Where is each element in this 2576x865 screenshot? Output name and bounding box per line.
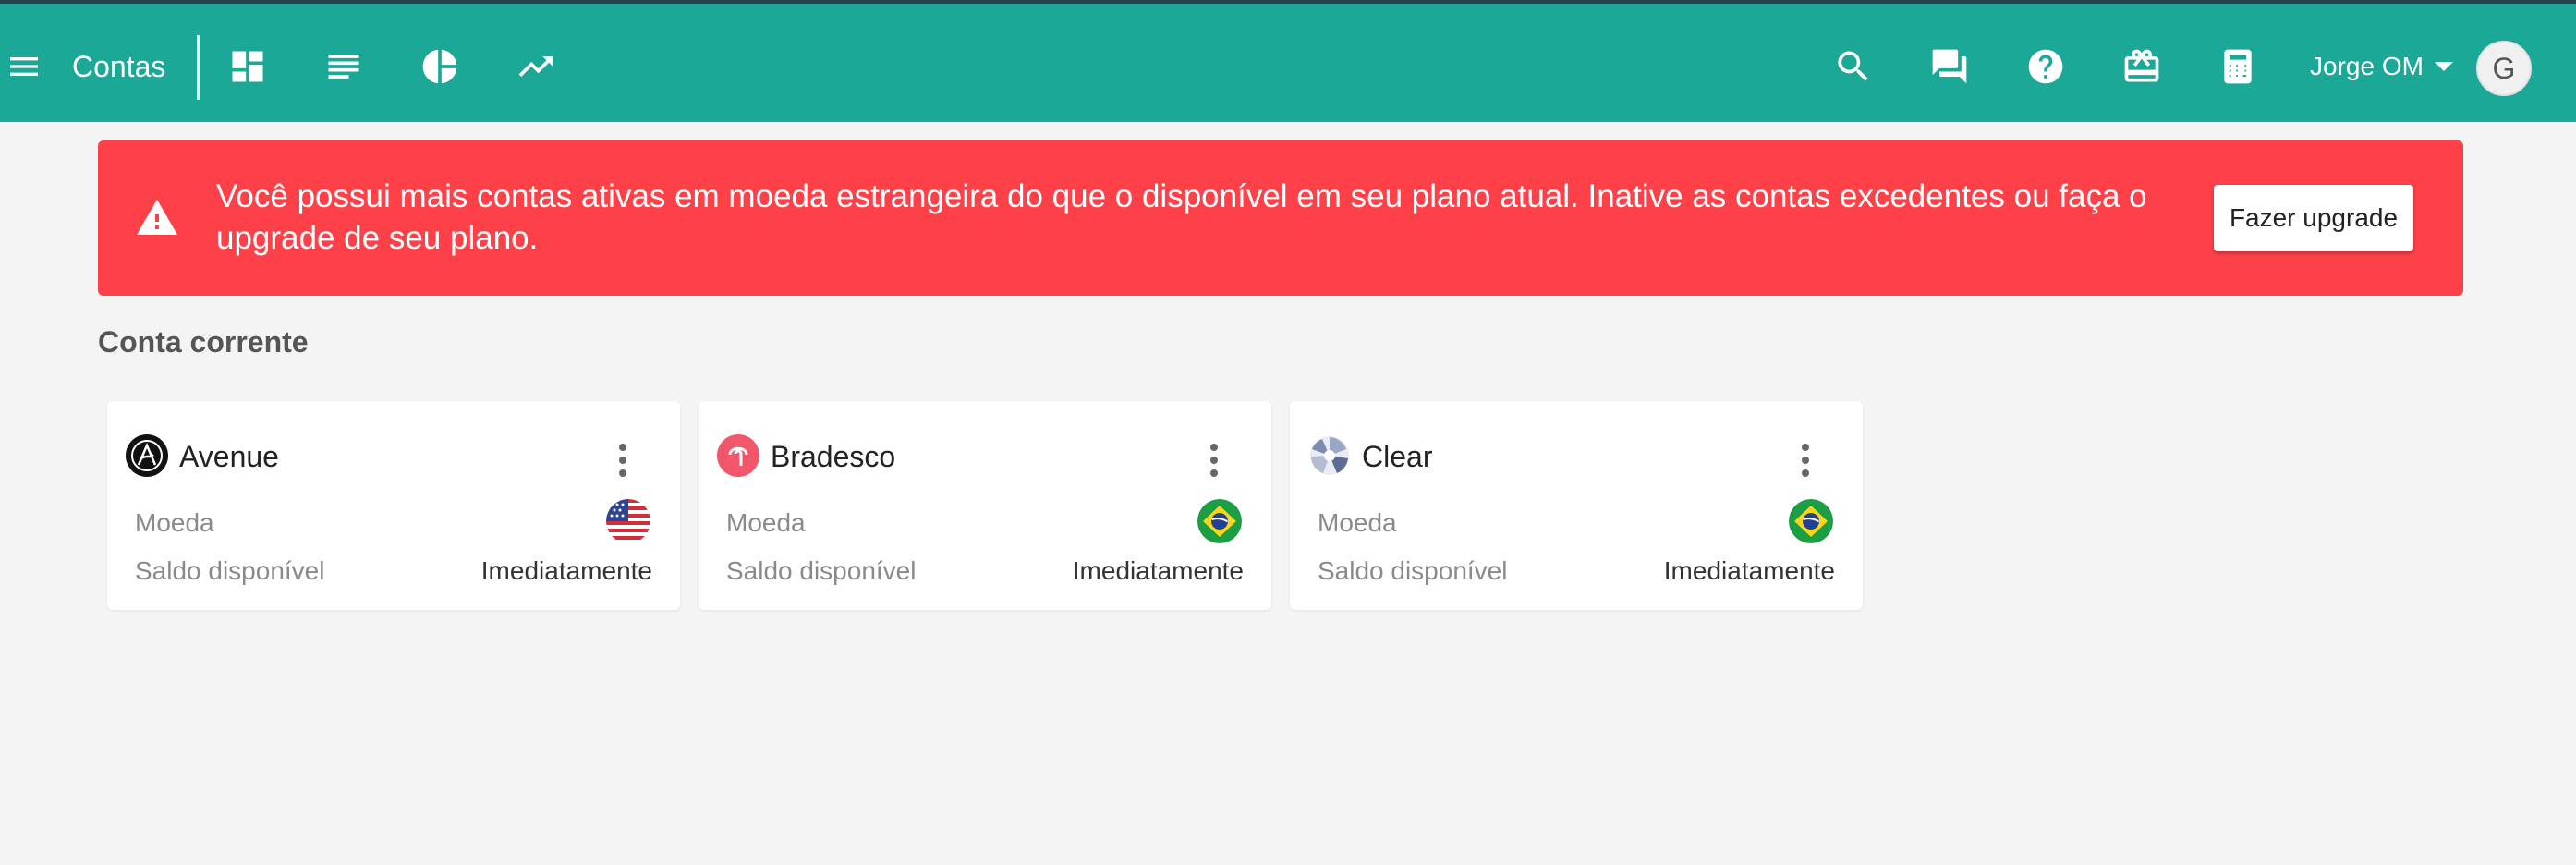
chevron-down-icon: [2434, 62, 2453, 71]
list-icon[interactable]: [323, 46, 364, 87]
brazil-flag-icon: [1197, 499, 1242, 543]
more-vert-icon[interactable]: [597, 434, 649, 486]
warning-icon: [137, 200, 177, 235]
bank-name: Clear: [1362, 440, 1433, 473]
account-card-bradesco[interactable]: Bradesco Moeda Saldo disponível Imediata…: [699, 401, 1271, 610]
currency-label: Moeda: [726, 508, 806, 537]
balance-label: Saldo disponível: [726, 556, 917, 585]
bank-name: Avenue: [179, 440, 279, 473]
upgrade-button[interactable]: Fazer upgrade: [2214, 185, 2413, 251]
page-title: Contas: [72, 50, 166, 83]
user-menu[interactable]: Jorge OM: [2310, 44, 2453, 89]
avenue-logo: [126, 434, 168, 477]
alert-message: Você possui mais contas ativas em moeda …: [216, 178, 2147, 256]
balance-label: Saldo disponível: [135, 556, 325, 585]
trending-up-icon[interactable]: [516, 46, 556, 87]
menu-icon[interactable]: [6, 48, 43, 85]
balance-value: Imediatamente: [1663, 556, 1835, 585]
dashboard-icon[interactable]: [227, 46, 268, 87]
help-icon[interactable]: [2025, 46, 2066, 87]
balance-value: Imediatamente: [480, 556, 652, 585]
more-vert-icon[interactable]: [1780, 434, 1831, 486]
clear-logo: [1310, 436, 1349, 475]
search-icon[interactable]: [1833, 46, 1874, 87]
section-title: Conta corrente: [98, 325, 309, 359]
chat-icon[interactable]: [1929, 46, 1970, 87]
brazil-flag-icon: [1789, 499, 1833, 543]
top-app-bar: Contas Jorge OM G: [0, 0, 2576, 122]
us-flag-icon: [606, 499, 650, 543]
user-name: Jorge OM: [2310, 52, 2424, 80]
balance-value: Imediatamente: [1072, 556, 1244, 585]
topbar-divider: [197, 35, 200, 100]
bank-name: Bradesco: [771, 440, 896, 473]
currency-label: Moeda: [135, 508, 214, 537]
bradesco-logo: [717, 434, 759, 477]
account-card-avenue[interactable]: Avenue Moeda Saldo disponível Imediatame…: [107, 401, 680, 610]
alert-banner: Você possui mais contas ativas em moeda …: [98, 140, 2463, 296]
page: Contas Jorge OM G Você possui mais conta…: [0, 0, 2576, 865]
currency-label: Moeda: [1318, 508, 1397, 537]
calculator-icon[interactable]: [2218, 46, 2258, 87]
account-card-clear[interactable]: Clear Moeda Saldo disponível Imediatamen…: [1290, 401, 1863, 610]
more-vert-icon[interactable]: [1188, 434, 1240, 486]
pie-chart-icon[interactable]: [419, 46, 460, 87]
balance-label: Saldo disponível: [1318, 556, 1508, 585]
avatar[interactable]: G: [2476, 41, 2532, 96]
gift-icon[interactable]: [2121, 46, 2162, 87]
